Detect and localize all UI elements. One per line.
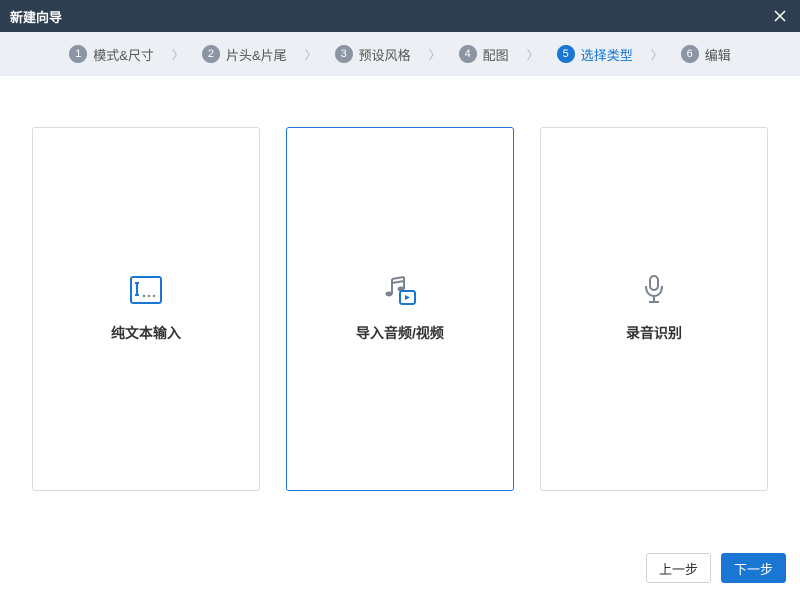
step-number: 2: [202, 45, 220, 63]
step-label: 选择类型: [581, 45, 633, 64]
card-text-input[interactable]: 纯文本输入: [32, 127, 260, 491]
step-label: 编辑: [705, 45, 731, 64]
step-images[interactable]: 4 配图: [459, 45, 509, 64]
footer: 上一步 下一步: [0, 541, 800, 595]
step-label: 片头&片尾: [226, 45, 287, 64]
step-label: 模式&尺寸: [93, 45, 154, 64]
titlebar-title: 新建向导: [10, 7, 62, 26]
step-preset-style[interactable]: 3 预设风格: [335, 45, 411, 64]
content-area: 纯文本输入 导入音频/视频 录音识别: [0, 76, 800, 541]
close-icon[interactable]: [770, 6, 790, 26]
chevron-right-icon: 〉: [527, 46, 539, 63]
card-label: 录音识别: [626, 323, 682, 343]
card-label: 纯文本输入: [111, 323, 181, 343]
step-label: 预设风格: [359, 45, 411, 64]
card-label: 导入音频/视频: [356, 323, 444, 343]
step-number: 5: [557, 45, 575, 63]
prev-button[interactable]: 上一步: [646, 553, 711, 583]
chevron-right-icon: 〉: [305, 46, 317, 63]
step-bar: 1 模式&尺寸 〉 2 片头&片尾 〉 3 预设风格 〉 4 配图 〉 5 选择…: [0, 32, 800, 76]
step-number: 1: [69, 45, 87, 63]
step-number: 6: [681, 45, 699, 63]
step-intro-outro[interactable]: 2 片头&片尾: [202, 45, 287, 64]
step-number: 3: [335, 45, 353, 63]
card-voice-record[interactable]: 录音识别: [540, 127, 768, 491]
step-label: 配图: [483, 45, 509, 64]
next-button[interactable]: 下一步: [721, 553, 786, 583]
chevron-right-icon: 〉: [651, 46, 663, 63]
card-import-av[interactable]: 导入音频/视频: [286, 127, 514, 491]
step-select-type[interactable]: 5 选择类型: [557, 45, 633, 64]
chevron-right-icon: 〉: [172, 46, 184, 63]
step-number: 4: [459, 45, 477, 63]
microphone-icon: [642, 275, 666, 305]
chevron-right-icon: 〉: [429, 46, 441, 63]
step-edit[interactable]: 6 编辑: [681, 45, 731, 64]
step-mode-size[interactable]: 1 模式&尺寸: [69, 45, 154, 64]
text-box-icon: [130, 275, 162, 305]
music-video-icon: [383, 275, 417, 305]
titlebar: 新建向导: [0, 0, 800, 32]
